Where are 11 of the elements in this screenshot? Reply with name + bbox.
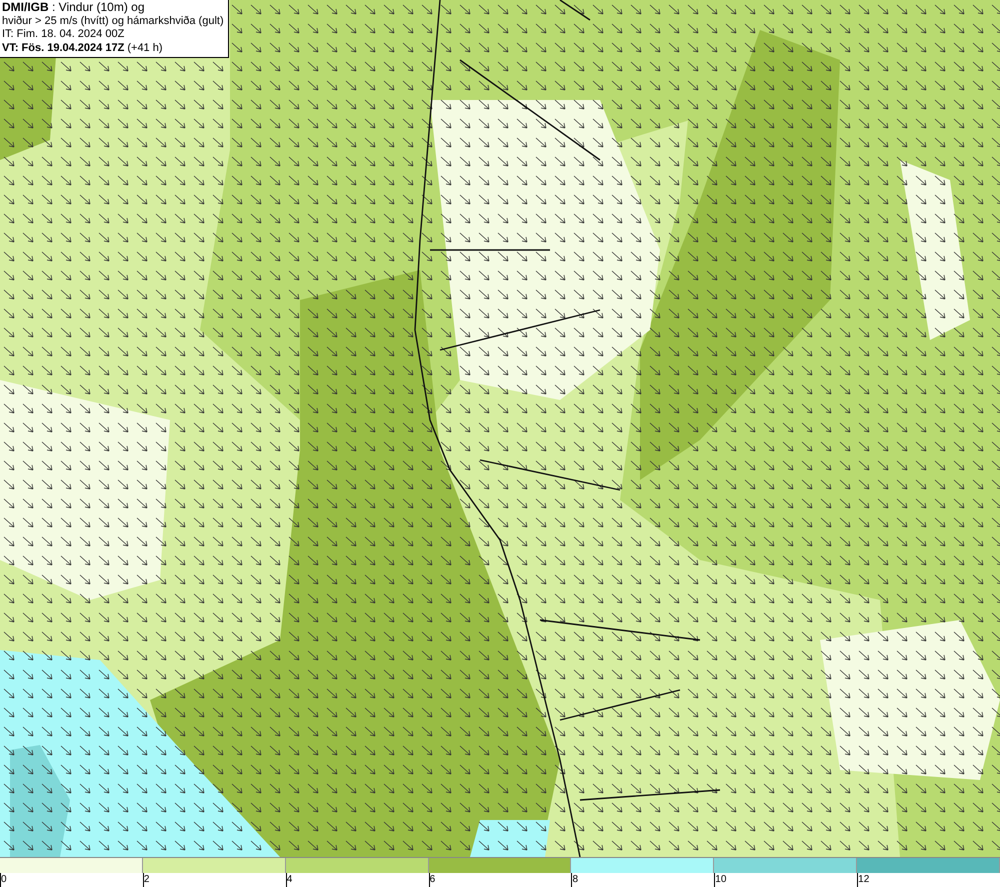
legend-tick-label: 12 [858, 874, 870, 885]
title-line: DMI/IGB : Vindur (10m) og [2, 1, 146, 14]
legend-tick-label: 0 [1, 874, 7, 885]
legend-tick-label: 6 [430, 874, 436, 885]
title-line: IT: Fim. 18. 04. 2024 00Z [2, 28, 126, 42]
legend-tick-label: 8 [572, 874, 578, 885]
title-line: hviður > 25 m/s (hvítt) og hámarkshviða (gult) [2, 14, 224, 28]
legend-tick-label: 2 [144, 874, 150, 885]
title-line: VT: Fös. 19.04.2024 17Z (+41 h) [2, 42, 164, 55]
legend-tick-label: 4 [286, 874, 292, 885]
legend-tick-label: 10 [715, 874, 726, 885]
